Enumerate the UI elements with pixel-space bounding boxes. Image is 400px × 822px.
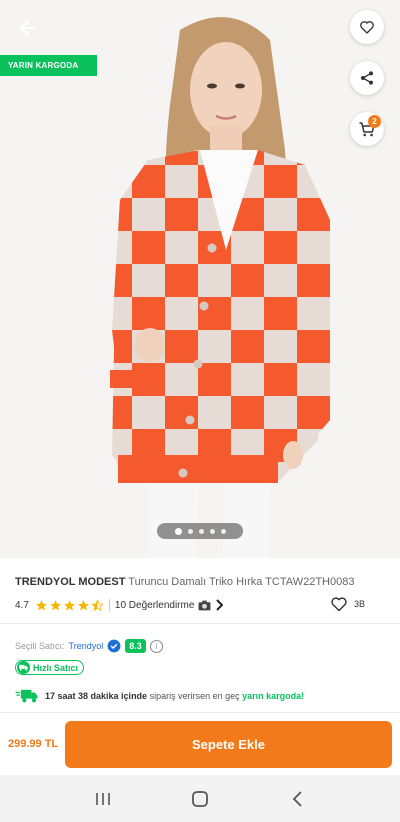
system-navigation-bar [0, 775, 400, 822]
back-button[interactable] [12, 12, 44, 44]
divider [0, 712, 400, 713]
fast-seller-badge: Hızlı Satıcı [15, 660, 85, 675]
product-photo [0, 0, 400, 558]
rating-stars [35, 598, 104, 612]
cart-count-badge: 2 [368, 115, 381, 128]
verified-icon [107, 639, 121, 653]
arrow-left-icon [20, 20, 36, 36]
truck-icon [17, 661, 30, 674]
star-icon [77, 599, 89, 610]
fast-delivery-badge: YARIN KARGODA [0, 55, 98, 76]
pagination-dot[interactable] [220, 528, 226, 534]
product-name: Turuncu Damalı Triko Hırka TCTAW22TH0083 [128, 576, 355, 588]
recent-apps-icon [96, 792, 111, 805]
chevron-left-icon [292, 790, 302, 807]
brand-name[interactable]: TRENDYOL MODEST [15, 576, 125, 588]
star-icon [63, 599, 75, 610]
seller-score-badge: 8.3 [125, 639, 146, 653]
favorite-count[interactable]: 3B [330, 596, 365, 612]
delivery-highlight: yarın kargoda! [242, 691, 305, 701]
star-icon [35, 599, 47, 610]
divider [108, 599, 110, 611]
delivery-info: 17 saat 38 dakika içinde sipariş verirse… [15, 688, 304, 704]
truck-icon [15, 689, 38, 703]
delivery-middle: sipariş verirsen en geç [149, 691, 240, 701]
seller-info: Seçili Satıcı: Trendyol 8.3 i [15, 638, 163, 654]
divider [0, 623, 400, 624]
fast-seller-label: Hızlı Satıcı [33, 662, 79, 673]
rating-value: 4.7 [15, 599, 29, 611]
star-icon [49, 599, 61, 610]
delivery-time: 17 saat 38 dakika içinde [45, 691, 148, 701]
seller-link[interactable]: Trendyol [69, 641, 104, 651]
seller-label: Seçili Satıcı: [15, 641, 65, 651]
heart-icon [360, 21, 374, 34]
pagination-dot[interactable] [209, 528, 215, 534]
chevron-right-icon [216, 599, 224, 611]
pagination-dot[interactable] [174, 527, 182, 535]
product-image-gallery[interactable]: YARIN KARGODA 2 [0, 0, 400, 558]
home-icon [192, 790, 208, 807]
heart-icon [331, 597, 347, 612]
recent-apps-button[interactable] [83, 781, 123, 817]
price: 299.99 TL [8, 738, 59, 750]
home-button[interactable] [180, 781, 220, 817]
system-back-button[interactable] [277, 781, 317, 817]
product-title: TRENDYOL MODEST Turuncu Damalı Triko Hır… [15, 576, 390, 588]
pagination-dot[interactable] [198, 528, 204, 534]
rating-row: 4.7 10 Değerlendirme 3B [15, 596, 385, 614]
add-to-cart-button[interactable]: Sepete Ekle [65, 721, 392, 768]
camera-icon [198, 600, 211, 610]
reviews-link[interactable]: 10 Değerlendirme [115, 599, 224, 611]
reviews-label: 10 Değerlendirme [114, 599, 195, 611]
star-half-icon [90, 598, 104, 611]
share-icon [361, 71, 373, 85]
info-icon[interactable]: i [149, 639, 163, 653]
favorite-count-label: 3B [353, 599, 365, 609]
delivery-text: 17 saat 38 dakika içinde sipariş verirse… [45, 691, 304, 701]
cart-button[interactable]: 2 [350, 112, 384, 146]
favorite-button[interactable] [350, 10, 384, 44]
pagination-dot[interactable] [187, 528, 193, 534]
image-pagination[interactable] [157, 523, 243, 539]
share-button[interactable] [350, 61, 384, 95]
